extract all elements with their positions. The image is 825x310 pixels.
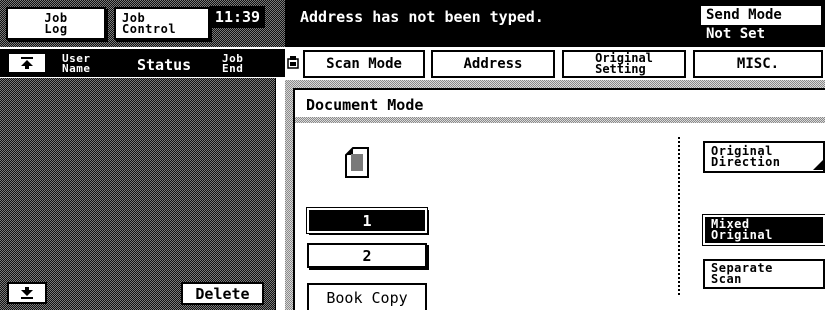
column-status: Status: [137, 56, 192, 74]
panel-divider: [275, 78, 285, 310]
mode-button-2[interactable]: 2: [307, 243, 427, 268]
down-arrow-icon: [21, 287, 33, 299]
scroll-up-button[interactable]: [7, 52, 47, 74]
send-mode-box: Send Mode Not Set: [699, 4, 823, 46]
panel-title: Document Mode: [306, 96, 424, 114]
panel-title-strip: [295, 117, 825, 123]
job-list[interactable]: [0, 78, 275, 310]
column-job-end: Job End: [222, 53, 244, 75]
send-mode-value: Not Set: [701, 25, 821, 44]
column-user-name: User Name: [62, 53, 91, 75]
original-direction-button[interactable]: Original Direction: [703, 141, 825, 173]
separate-scan-button[interactable]: Separate Scan: [703, 259, 825, 289]
delete-button[interactable]: Delete: [181, 282, 264, 305]
up-arrow-icon: [21, 57, 33, 69]
tab-misc[interactable]: MISC.: [693, 50, 823, 78]
mixed-original-label-2: Original: [711, 228, 773, 242]
panel-icon: [287, 56, 299, 69]
original-direction-label-2: Direction: [711, 155, 781, 169]
column-separator: [678, 137, 680, 295]
job-log-label-2: Log: [44, 21, 68, 36]
tab-original-setting[interactable]: Original Setting: [562, 50, 686, 78]
column-job-end-2: End: [222, 62, 244, 75]
clock: 11:39: [210, 6, 265, 28]
separate-scan-label-2: Scan: [711, 272, 742, 286]
job-control-label-2: Control: [122, 21, 177, 36]
send-mode-label: Send Mode: [706, 7, 782, 23]
job-control-button[interactable]: Job Control: [114, 7, 210, 40]
job-log-button[interactable]: Job Log: [6, 7, 106, 40]
status-message: Address has not been typed.: [300, 8, 544, 26]
corner-arrow-icon: [813, 160, 823, 170]
scroll-down-button[interactable]: [7, 282, 47, 304]
book-copy-button[interactable]: Book Copy: [307, 283, 427, 310]
document-icon: [345, 147, 369, 182]
tab-address[interactable]: Address: [431, 50, 555, 78]
tab-scan-mode[interactable]: Scan Mode: [303, 50, 425, 78]
tab-marker: [285, 52, 301, 72]
mode-button-1[interactable]: 1: [306, 207, 428, 234]
mixed-original-button[interactable]: Mixed Original: [702, 214, 825, 246]
column-user-name-2: Name: [62, 62, 91, 75]
tab-original-setting-2: Setting: [595, 62, 646, 76]
